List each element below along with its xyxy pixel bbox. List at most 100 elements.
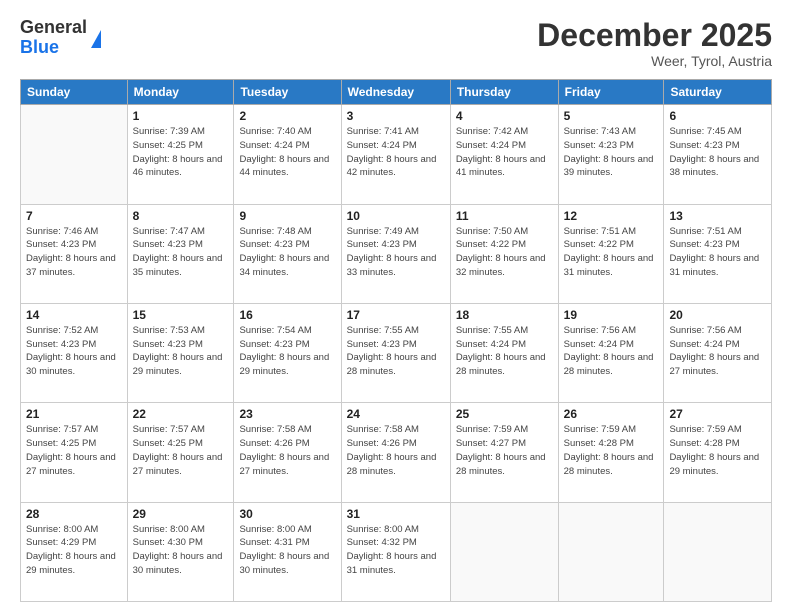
day-info: Sunrise: 7:56 AMSunset: 4:24 PMDaylight:…: [564, 324, 659, 379]
logo-text: General Blue: [20, 18, 87, 58]
calendar-cell: 23Sunrise: 7:58 AMSunset: 4:26 PMDayligh…: [234, 403, 341, 502]
logo-general: General: [20, 18, 87, 38]
calendar-cell: 19 Sunrise: 7:56 AMSunset: 4:24 PMDayligh…: [558, 303, 664, 402]
day-number: 7: [26, 209, 122, 223]
day-number: 19: [564, 308, 659, 322]
day-number: 14: [26, 308, 122, 322]
calendar-cell: [664, 502, 772, 601]
calendar-cell: 21 Sunrise: 7:57 AMSunset: 4:25 PMDayligh…: [21, 403, 128, 502]
day-info: Sunrise: 7:40 AMSunset: 4:24 PMDaylight:…: [239, 125, 335, 180]
calendar-week-row: 21 Sunrise: 7:57 AMSunset: 4:25 PMDayligh…: [21, 403, 772, 502]
day-number: 13: [669, 209, 766, 223]
day-info: Sunrise: 7:54 AMSunset: 4:23 PMDaylight:…: [239, 324, 335, 379]
day-info: Sunrise: 7:50 AMSunset: 4:22 PMDaylight:…: [456, 225, 553, 280]
calendar-cell: 5 Sunrise: 7:43 AMSunset: 4:23 PMDaylight…: [558, 105, 664, 204]
calendar-cell: 27Sunrise: 7:59 AMSunset: 4:28 PMDayligh…: [664, 403, 772, 502]
day-number: 29: [133, 507, 229, 521]
day-info: Sunrise: 7:56 AMSunset: 4:24 PMDaylight:…: [669, 324, 766, 379]
day-info: Sunrise: 7:59 AMSunset: 4:28 PMDaylight:…: [564, 423, 659, 478]
day-number: 12: [564, 209, 659, 223]
calendar-cell: 18 Sunrise: 7:55 AMSunset: 4:24 PMDayligh…: [450, 303, 558, 402]
calendar-week-row: 1 Sunrise: 7:39 AMSunset: 4:25 PMDaylight…: [21, 105, 772, 204]
weekday-header-cell: Friday: [558, 80, 664, 105]
day-number: 25: [456, 407, 553, 421]
calendar-cell: [450, 502, 558, 601]
calendar-cell: 17Sunrise: 7:55 AMSunset: 4:23 PMDayligh…: [341, 303, 450, 402]
day-info: Sunrise: 7:43 AMSunset: 4:23 PMDaylight:…: [564, 125, 659, 180]
day-number: 8: [133, 209, 229, 223]
calendar: SundayMondayTuesdayWednesdayThursdayFrid…: [20, 79, 772, 602]
day-info: Sunrise: 8:00 AMSunset: 4:30 PMDaylight:…: [133, 523, 229, 578]
day-info: Sunrise: 7:48 AMSunset: 4:23 PMDaylight:…: [239, 225, 335, 280]
day-number: 18: [456, 308, 553, 322]
day-number: 20: [669, 308, 766, 322]
day-info: Sunrise: 7:39 AMSunset: 4:25 PMDaylight:…: [133, 125, 229, 180]
calendar-cell: 1 Sunrise: 7:39 AMSunset: 4:25 PMDaylight…: [127, 105, 234, 204]
day-info: Sunrise: 7:55 AMSunset: 4:23 PMDaylight:…: [347, 324, 445, 379]
day-info: Sunrise: 7:52 AMSunset: 4:23 PMDaylight:…: [26, 324, 122, 379]
day-number: 30: [239, 507, 335, 521]
calendar-cell: 12 Sunrise: 7:51 AMSunset: 4:22 PMDayligh…: [558, 204, 664, 303]
day-info: Sunrise: 7:57 AMSunset: 4:25 PMDaylight:…: [133, 423, 229, 478]
day-number: 28: [26, 507, 122, 521]
day-number: 9: [239, 209, 335, 223]
logo-triangle-icon: [91, 30, 101, 48]
calendar-cell: 25Sunrise: 7:59 AMSunset: 4:27 PMDayligh…: [450, 403, 558, 502]
calendar-cell: 31Sunrise: 8:00 AMSunset: 4:32 PMDayligh…: [341, 502, 450, 601]
day-number: 21: [26, 407, 122, 421]
calendar-cell: 4 Sunrise: 7:42 AMSunset: 4:24 PMDaylight…: [450, 105, 558, 204]
day-info: Sunrise: 7:45 AMSunset: 4:23 PMDaylight:…: [669, 125, 766, 180]
calendar-week-row: 7 Sunrise: 7:46 AMSunset: 4:23 PMDaylight…: [21, 204, 772, 303]
calendar-cell: 6Sunrise: 7:45 AMSunset: 4:23 PMDaylight…: [664, 105, 772, 204]
weekday-header-row: SundayMondayTuesdayWednesdayThursdayFrid…: [21, 80, 772, 105]
day-number: 1: [133, 109, 229, 123]
day-number: 27: [669, 407, 766, 421]
calendar-cell: 7 Sunrise: 7:46 AMSunset: 4:23 PMDaylight…: [21, 204, 128, 303]
calendar-cell: 24 Sunrise: 7:58 AMSunset: 4:26 PMDayligh…: [341, 403, 450, 502]
weekday-header-cell: Monday: [127, 80, 234, 105]
day-info: Sunrise: 7:58 AMSunset: 4:26 PMDaylight:…: [239, 423, 335, 478]
weekday-header-cell: Saturday: [664, 80, 772, 105]
day-number: 15: [133, 308, 229, 322]
day-info: Sunrise: 7:58 AMSunset: 4:26 PMDaylight:…: [347, 423, 445, 478]
day-info: Sunrise: 7:42 AMSunset: 4:24 PMDaylight:…: [456, 125, 553, 180]
calendar-cell: 26 Sunrise: 7:59 AMSunset: 4:28 PMDayligh…: [558, 403, 664, 502]
calendar-cell: 20 Sunrise: 7:56 AMSunset: 4:24 PMDayligh…: [664, 303, 772, 402]
calendar-body: 1 Sunrise: 7:39 AMSunset: 4:25 PMDaylight…: [21, 105, 772, 602]
location: Weer, Tyrol, Austria: [537, 53, 772, 69]
day-number: 3: [347, 109, 445, 123]
calendar-cell: 28 Sunrise: 8:00 AMSunset: 4:29 PMDayligh…: [21, 502, 128, 601]
calendar-cell: 8Sunrise: 7:47 AMSunset: 4:23 PMDaylight…: [127, 204, 234, 303]
day-number: 26: [564, 407, 659, 421]
calendar-cell: 29 Sunrise: 8:00 AMSunset: 4:30 PMDayligh…: [127, 502, 234, 601]
calendar-cell: [558, 502, 664, 601]
calendar-week-row: 28 Sunrise: 8:00 AMSunset: 4:29 PMDayligh…: [21, 502, 772, 601]
day-number: 4: [456, 109, 553, 123]
day-info: Sunrise: 7:55 AMSunset: 4:24 PMDaylight:…: [456, 324, 553, 379]
day-info: Sunrise: 7:41 AMSunset: 4:24 PMDaylight:…: [347, 125, 445, 180]
day-info: Sunrise: 7:49 AMSunset: 4:23 PMDaylight:…: [347, 225, 445, 280]
day-info: Sunrise: 7:46 AMSunset: 4:23 PMDaylight:…: [26, 225, 122, 280]
day-info: Sunrise: 7:57 AMSunset: 4:25 PMDaylight:…: [26, 423, 122, 478]
day-info: Sunrise: 7:53 AMSunset: 4:23 PMDaylight:…: [133, 324, 229, 379]
month-title: December 2025: [537, 18, 772, 53]
day-number: 11: [456, 209, 553, 223]
day-info: Sunrise: 7:51 AMSunset: 4:23 PMDaylight:…: [669, 225, 766, 280]
day-number: 31: [347, 507, 445, 521]
title-block: December 2025 Weer, Tyrol, Austria: [537, 18, 772, 69]
day-number: 16: [239, 308, 335, 322]
weekday-header-cell: Wednesday: [341, 80, 450, 105]
day-info: Sunrise: 7:51 AMSunset: 4:22 PMDaylight:…: [564, 225, 659, 280]
day-info: Sunrise: 8:00 AMSunset: 4:29 PMDaylight:…: [26, 523, 122, 578]
day-number: 5: [564, 109, 659, 123]
calendar-cell: 30Sunrise: 8:00 AMSunset: 4:31 PMDayligh…: [234, 502, 341, 601]
day-number: 2: [239, 109, 335, 123]
page: General Blue December 2025 Weer, Tyrol, …: [0, 0, 792, 612]
day-number: 24: [347, 407, 445, 421]
day-number: 22: [133, 407, 229, 421]
calendar-cell: 13 Sunrise: 7:51 AMSunset: 4:23 PMDayligh…: [664, 204, 772, 303]
weekday-header-cell: Sunday: [21, 80, 128, 105]
logo: General Blue: [20, 18, 101, 58]
day-number: 10: [347, 209, 445, 223]
calendar-cell: 16 Sunrise: 7:54 AMSunset: 4:23 PMDayligh…: [234, 303, 341, 402]
